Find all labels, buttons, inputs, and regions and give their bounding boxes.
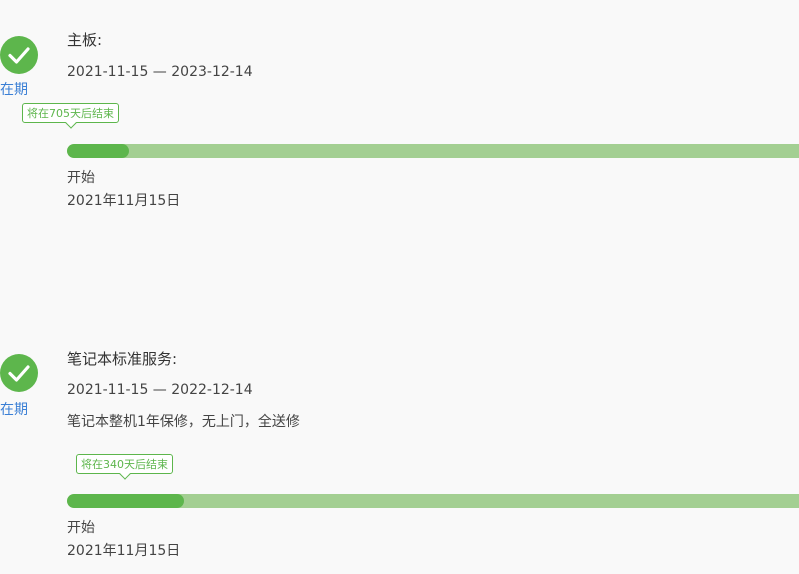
progress-fill bbox=[67, 494, 185, 508]
progress-fill bbox=[67, 144, 130, 158]
item-title: 笔记本标准服务: bbox=[67, 350, 178, 368]
item-title: 主板: bbox=[67, 31, 103, 49]
start-label: 开始 bbox=[67, 170, 95, 186]
start-label: 开始 bbox=[67, 520, 95, 536]
start-date: 2021年11月15日 bbox=[67, 193, 181, 209]
status-label: 在期 bbox=[0, 402, 28, 418]
service-description: 笔记本整机1年保修，无上门，全送修 bbox=[67, 414, 300, 430]
status-label: 在期 bbox=[0, 82, 28, 98]
remaining-days-tooltip: 将在340天后结束 bbox=[76, 454, 173, 474]
progress-bar bbox=[67, 494, 799, 508]
check-circle-icon bbox=[0, 36, 38, 74]
warranty-item-mainboard: 在期 主板: 2021-11-15 — 2023-12-14 将在705天后结束… bbox=[0, 0, 799, 300]
check-circle-icon bbox=[0, 354, 38, 392]
progress-bar bbox=[67, 144, 799, 158]
warranty-item-laptop-service: 在期 笔记本标准服务: 2021-11-15 — 2022-12-14 笔记本整… bbox=[0, 320, 799, 574]
remaining-days-tooltip: 将在705天后结束 bbox=[22, 103, 119, 123]
date-range: 2021-11-15 — 2023-12-14 bbox=[67, 64, 253, 80]
date-range: 2021-11-15 — 2022-12-14 bbox=[67, 382, 253, 398]
start-date: 2021年11月15日 bbox=[67, 543, 181, 559]
